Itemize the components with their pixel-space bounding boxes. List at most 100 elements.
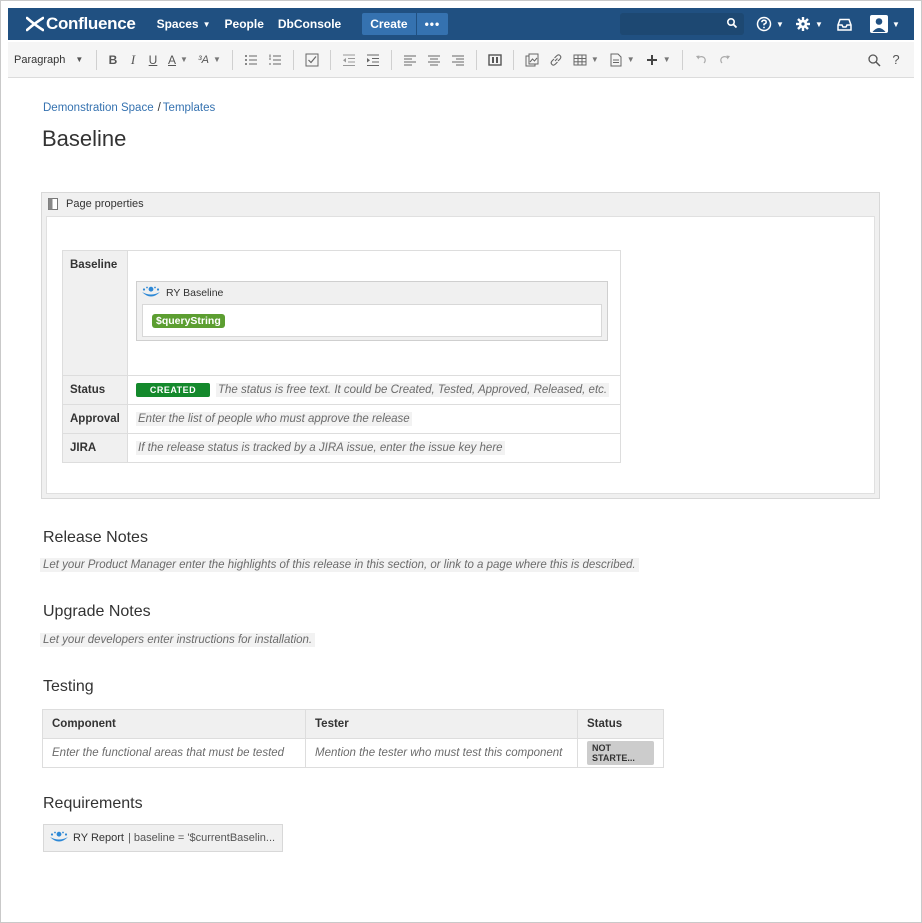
align-center-button[interactable] (422, 48, 446, 72)
find-replace-button[interactable] (862, 48, 886, 72)
tester-cell[interactable]: Mention the tester who must test this co… (305, 738, 578, 768)
status-badge[interactable]: NOT STARTE... (587, 741, 654, 765)
table-icon (573, 54, 587, 65)
search-input[interactable] (620, 13, 744, 35)
jira-cell[interactable]: If the release status is tracked by a JI… (127, 433, 621, 463)
indent-button[interactable] (361, 48, 385, 72)
help-button[interactable]: ? (886, 48, 906, 72)
chevron-down-icon: ▼ (776, 19, 784, 29)
user-menu[interactable]: ▼ (870, 8, 900, 40)
toolbar-divider (329, 49, 331, 70)
ry-logo-icon (142, 286, 160, 297)
nav-spaces[interactable]: Spaces ▼ (150, 8, 218, 40)
query-string-variable[interactable]: $queryString (152, 314, 225, 328)
column-header-component: Component (42, 709, 306, 739)
align-right-button[interactable] (446, 48, 470, 72)
insert-table-button[interactable]: ▼ (568, 48, 604, 72)
properties-table: Baseline RY Baseline $queryString Status… (62, 250, 621, 463)
more-formatting-button[interactable]: ³A ▼ (193, 48, 226, 72)
chevron-down-icon: ▼ (75, 55, 84, 64)
nav-dbconsole[interactable]: DbConsole (271, 8, 348, 40)
settings-menu[interactable]: ▼ (795, 8, 823, 40)
baseline-cell[interactable]: RY Baseline $queryString (127, 250, 621, 376)
ry-baseline-macro[interactable]: RY Baseline $queryString (136, 281, 608, 341)
create-more-button[interactable]: ••• (415, 13, 449, 35)
ry-report-macro[interactable]: RY Report | baseline = '$currentBaselin.… (43, 824, 283, 852)
paragraph-style-label: Paragraph (14, 53, 66, 66)
chevron-down-icon: ▼ (590, 55, 599, 64)
table-row: Status CREATED The status is free text. I… (62, 375, 621, 405)
logo-text: Confluence (46, 14, 136, 33)
undo-icon (695, 55, 706, 63)
requirements-heading[interactable]: Requirements (43, 795, 143, 813)
nav-people-label: People (224, 17, 264, 31)
bullet-list-button[interactable] (239, 48, 263, 72)
page-layout-icon (488, 53, 502, 66)
paragraph-style-dropdown[interactable]: Paragraph ▼ (14, 54, 90, 66)
italic-button[interactable]: I (123, 48, 143, 72)
create-button[interactable]: Create (362, 17, 415, 31)
column-header-tester: Tester (305, 709, 578, 739)
outdent-button[interactable] (337, 48, 361, 72)
approval-cell[interactable]: Enter the list of people who must approv… (127, 404, 621, 434)
testing-table: Component Tester Status Enter the functi… (42, 709, 664, 768)
toolbar-divider (231, 49, 233, 70)
help-menu[interactable]: ▼ (756, 8, 784, 40)
undo-button[interactable] (689, 48, 713, 72)
status-cell[interactable]: NOT STARTE... (577, 738, 664, 768)
chevron-down-icon: ▼ (180, 55, 188, 64)
release-notes-heading[interactable]: Release Notes (43, 529, 148, 547)
confluence-logo[interactable]: Confluence (26, 14, 136, 34)
column-header-status: Status (577, 709, 664, 739)
align-left-button[interactable] (398, 48, 422, 72)
inbox-icon (837, 18, 852, 31)
testing-heading[interactable]: Testing (43, 678, 94, 696)
insert-file-button[interactable] (520, 48, 544, 72)
checkbox-icon (305, 53, 319, 66)
jira-instruction-text: If the release status is tracked by a JI… (136, 441, 505, 455)
redo-button[interactable] (713, 48, 737, 72)
link-icon (550, 53, 562, 66)
bold-button[interactable]: B (103, 48, 123, 72)
align-left-icon (403, 55, 416, 65)
upgrade-notes-instruction[interactable]: Let your developers enter instructions f… (40, 633, 316, 647)
breadcrumb-separator: / (157, 102, 161, 114)
toolbar-divider (96, 49, 97, 70)
notifications-button[interactable] (837, 8, 852, 40)
ry-report-title: RY Report (73, 832, 124, 844)
underline-button[interactable]: U (143, 48, 163, 72)
nav-people[interactable]: People (218, 8, 271, 40)
table-row: Baseline RY Baseline $queryString (62, 250, 621, 376)
ry-baseline-header: RY Baseline (137, 282, 607, 304)
insert-link-button[interactable] (544, 48, 568, 72)
chevron-down-icon: ▼ (202, 19, 211, 29)
page-title[interactable]: Baseline (42, 126, 126, 152)
toolbar-divider (292, 49, 294, 70)
breadcrumb-space-link[interactable]: Demonstration Space (43, 102, 154, 114)
breadcrumb-templates-link[interactable]: Templates (163, 102, 215, 114)
toolbar-divider (681, 49, 683, 70)
ry-baseline-title: RY Baseline (166, 287, 224, 299)
chevron-down-icon: ▼ (892, 19, 900, 29)
template-button[interactable]: ▼ (604, 48, 640, 72)
table-row: Enter the functional areas that must be … (42, 738, 664, 768)
page-properties-macro[interactable]: Page properties Baseline RY Baseline $qu… (41, 192, 880, 499)
component-cell[interactable]: Enter the functional areas that must be … (42, 738, 306, 768)
page-layout-button[interactable] (483, 48, 507, 72)
upgrade-notes-heading[interactable]: Upgrade Notes (43, 603, 151, 621)
page-properties-header: Page properties (42, 193, 879, 215)
task-list-button[interactable] (300, 48, 324, 72)
chevron-down-icon: ▼ (815, 19, 823, 29)
question-mark-icon: ? (892, 52, 900, 67)
search-icon (868, 53, 881, 67)
ry-logo-icon (50, 831, 68, 842)
chevron-down-icon: ▼ (212, 55, 221, 64)
insert-more-button[interactable]: ▼ (640, 48, 676, 72)
release-notes-instruction[interactable]: Let your Product Manager enter the highl… (40, 558, 639, 572)
jira-label: JIRA (62, 433, 128, 463)
ry-baseline-content[interactable]: $queryString (142, 304, 602, 337)
status-badge[interactable]: CREATED (136, 383, 210, 397)
text-color-button[interactable]: A ▼ (163, 48, 193, 72)
status-cell[interactable]: CREATED The status is free text. It could… (127, 375, 621, 405)
numbered-list-button[interactable] (263, 48, 287, 72)
